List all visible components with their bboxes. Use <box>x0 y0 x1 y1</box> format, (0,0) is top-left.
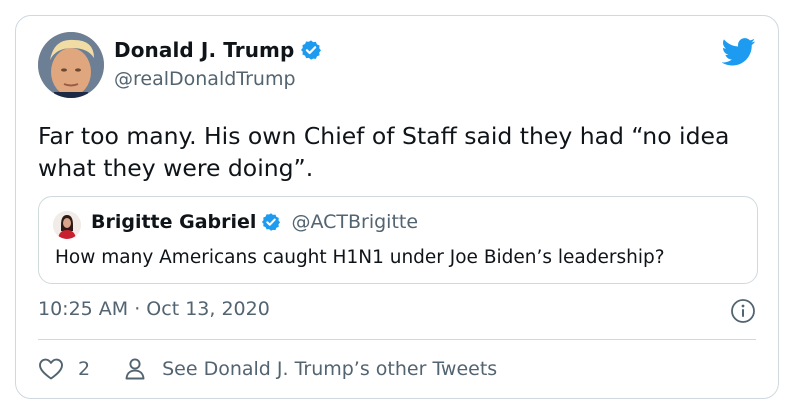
info-icon[interactable] <box>730 298 756 324</box>
quoted-display-name[interactable]: Brigitte Gabriel <box>91 211 256 233</box>
quoted-verified-badge-icon <box>261 212 281 232</box>
see-other-tweets-link[interactable]: See Donald J. Trump’s other Tweets <box>162 358 497 380</box>
author-avatar[interactable] <box>38 32 104 98</box>
person-icon[interactable] <box>124 357 146 381</box>
quoted-name-row[interactable]: Brigitte Gabriel @ACTBrigitte <box>91 211 418 233</box>
quoted-author-avatar[interactable] <box>53 211 81 239</box>
author-avatar-image <box>38 32 104 98</box>
author-name-row[interactable]: Donald J. Trump <box>114 38 322 62</box>
verified-badge-icon <box>300 39 322 61</box>
quoted-tweet-text: How many Americans caught H1N1 under Joe… <box>55 247 665 268</box>
tweet-timestamp[interactable]: 10:25 AM · Oct 13, 2020 <box>38 298 270 320</box>
tweet-card[interactable]: Donald J. Trump @realDonaldTrump Far too… <box>15 15 779 399</box>
author-handle[interactable]: @realDonaldTrump <box>114 68 296 90</box>
like-count[interactable]: 2 <box>78 358 90 380</box>
quoted-author-avatar-image <box>53 211 81 239</box>
action-divider <box>38 339 756 340</box>
tweet-actions: 2 See Donald J. Trump’s other Tweets <box>38 354 497 384</box>
heart-icon[interactable] <box>38 357 64 381</box>
quoted-handle[interactable]: @ACTBrigitte <box>291 211 418 233</box>
quoted-tweet[interactable]: Brigitte Gabriel @ACTBrigitte How many A… <box>38 196 758 284</box>
twitter-bird-icon[interactable] <box>721 38 756 66</box>
author-display-name[interactable]: Donald J. Trump <box>114 38 294 62</box>
tweet-text: Far too many. His own Chief of Staff sai… <box>38 122 730 182</box>
